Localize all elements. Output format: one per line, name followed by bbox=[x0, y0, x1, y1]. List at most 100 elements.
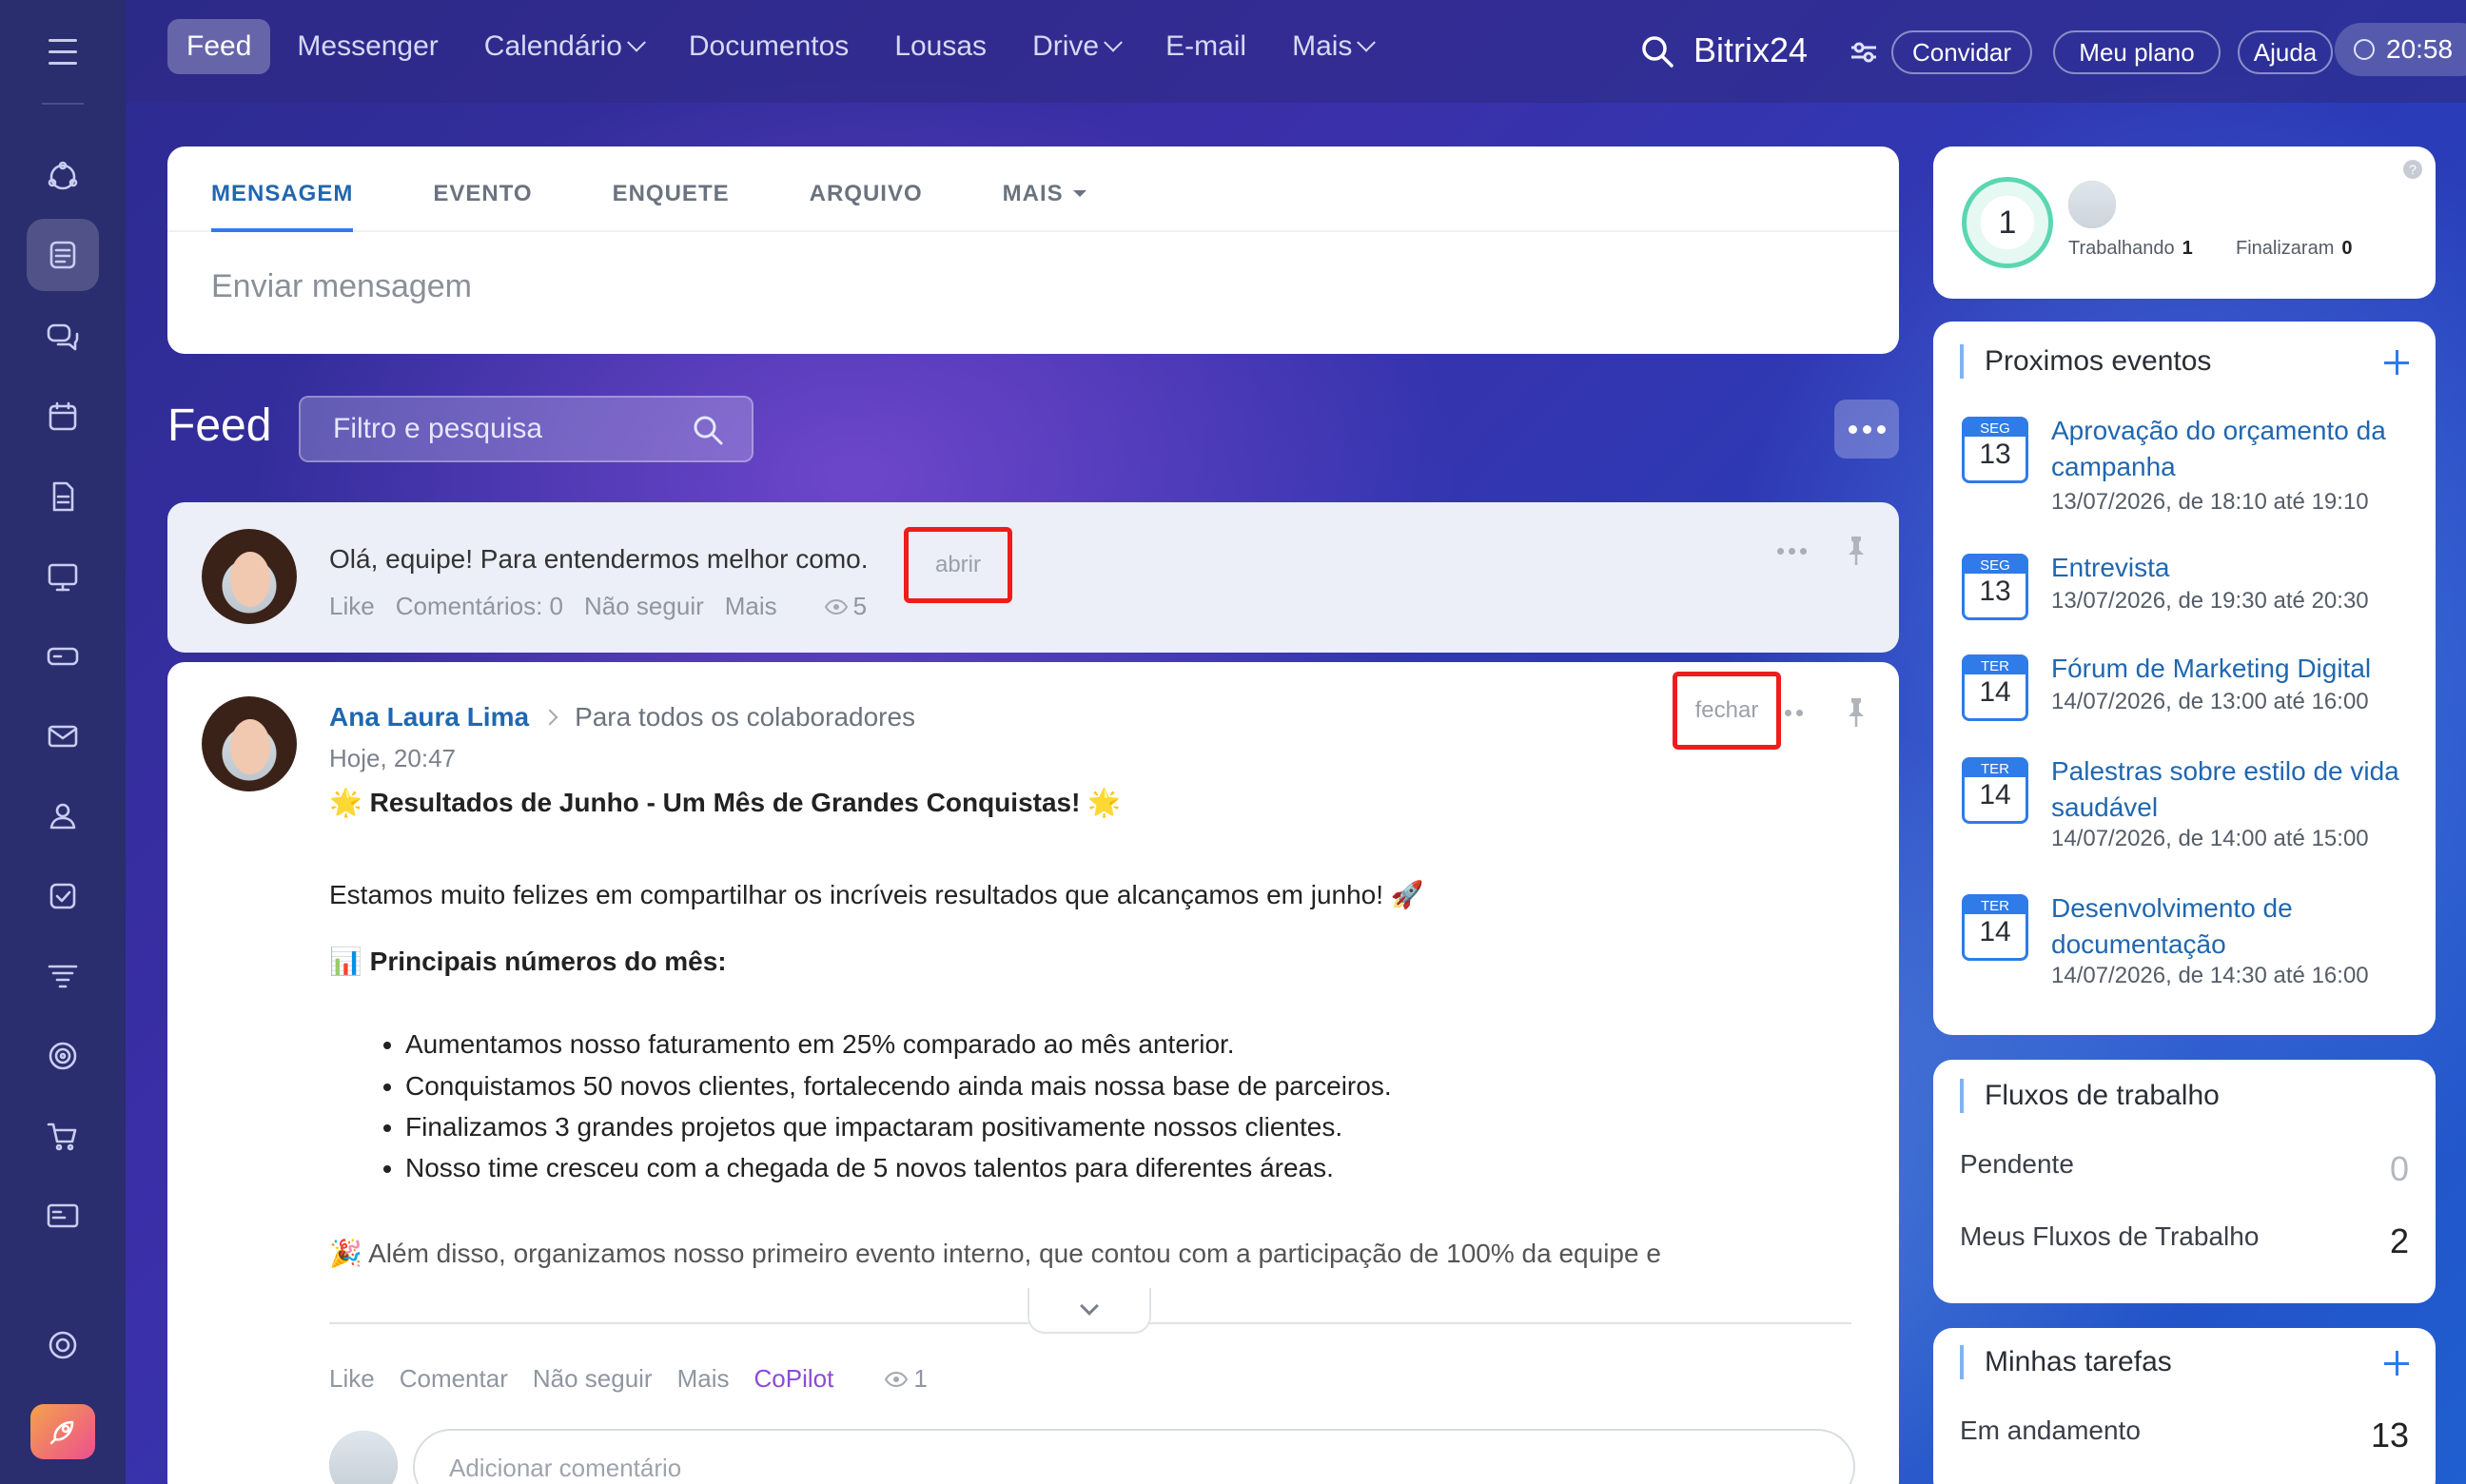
unfollow-link[interactable]: Não seguir bbox=[584, 592, 704, 621]
my-plan-button[interactable]: Meu plano bbox=[2053, 30, 2221, 74]
drive-icon[interactable] bbox=[27, 620, 99, 693]
more-link[interactable]: Mais bbox=[677, 1364, 730, 1394]
post-actions: Like Comentar Não seguir Mais CoPilot 1 bbox=[329, 1364, 928, 1394]
avatar[interactable] bbox=[2068, 181, 2116, 228]
widget-title: Minhas tarefas bbox=[1960, 1345, 2172, 1379]
tasks-icon[interactable] bbox=[27, 860, 99, 932]
event-item[interactable]: TER 14 Fórum de Marketing Digital 14/07/2… bbox=[1962, 651, 2418, 727]
nav-boards[interactable]: Lousas bbox=[875, 19, 1006, 74]
event-item[interactable]: SEG 13 Aprovação do orçamento da campanha… bbox=[1962, 413, 2418, 517]
row-label: Em andamento bbox=[1960, 1416, 2141, 1445]
comment-link[interactable]: Comentar bbox=[400, 1364, 508, 1394]
tab-message[interactable]: MENSAGEM bbox=[211, 146, 354, 232]
nav-documents[interactable]: Documentos bbox=[670, 19, 868, 74]
event-item[interactable]: SEG 13 Entrevista 13/07/2026, de 19:30 at… bbox=[1962, 550, 2418, 626]
finished-text: Finalizaram bbox=[2236, 238, 2335, 259]
workflows-widget: Fluxos de trabalho Pendente 0 Meus Fluxo… bbox=[1933, 1060, 2436, 1303]
event-title[interactable]: Palestras sobre estilo de vida saudável bbox=[2051, 753, 2413, 826]
post-timestamp[interactable]: Hoje, 20:47 bbox=[329, 744, 456, 773]
search-icon[interactable] bbox=[691, 413, 725, 447]
feed-icon[interactable] bbox=[27, 219, 99, 291]
settings-icon[interactable] bbox=[27, 1309, 99, 1381]
views-counter: 1 bbox=[885, 1364, 928, 1394]
event-title[interactable]: Desenvolvimento de documentação bbox=[2051, 890, 2413, 963]
card-icon[interactable] bbox=[27, 1180, 99, 1252]
comment-input[interactable]: Adicionar comentário bbox=[413, 1429, 1855, 1484]
calendar-date-icon: SEG 13 bbox=[1962, 554, 2028, 620]
like-link[interactable]: Like bbox=[329, 1364, 375, 1394]
invite-button[interactable]: Convidar bbox=[1891, 30, 2032, 74]
working-count: 1 bbox=[2182, 238, 2193, 259]
working-count-ring[interactable]: 1 bbox=[1962, 177, 2053, 268]
pin-icon[interactable] bbox=[1844, 696, 1869, 729]
post-menu-icon[interactable] bbox=[1785, 710, 1803, 716]
menu-icon[interactable] bbox=[34, 29, 91, 74]
expand-post-button[interactable] bbox=[1028, 1288, 1151, 1334]
tab-file[interactable]: ARQUIVO bbox=[810, 146, 923, 232]
nav-drive[interactable]: Drive bbox=[1013, 19, 1139, 74]
post-menu-icon[interactable] bbox=[1777, 548, 1807, 555]
mail-icon[interactable] bbox=[27, 700, 99, 772]
nav-more[interactable]: Mais bbox=[1273, 19, 1392, 74]
copilot-link[interactable]: CoPilot bbox=[754, 1364, 834, 1394]
tab-label: ENQUETE bbox=[612, 181, 730, 206]
nav-messenger[interactable]: Messenger bbox=[278, 19, 457, 74]
nav-calendar[interactable]: Calendário bbox=[465, 19, 662, 74]
chevron-down-icon bbox=[1104, 32, 1123, 52]
calendar-date-icon: TER 14 bbox=[1962, 654, 2028, 721]
nav-feed[interactable]: Feed bbox=[167, 19, 271, 74]
message-input[interactable]: Enviar mensagem bbox=[167, 232, 1899, 305]
pin-icon[interactable] bbox=[1844, 535, 1869, 567]
post-destination[interactable]: Para todos os colaboradores bbox=[575, 702, 915, 732]
calendar-icon[interactable] bbox=[27, 381, 99, 453]
author-name[interactable]: Ana Laura Lima bbox=[329, 702, 529, 732]
event-title[interactable]: Fórum de Marketing Digital bbox=[2051, 651, 2413, 687]
target-icon[interactable] bbox=[27, 1020, 99, 1092]
rocket-icon[interactable] bbox=[30, 1404, 95, 1459]
funnel-icon[interactable] bbox=[27, 940, 99, 1012]
unfollow-link[interactable]: Não seguir bbox=[533, 1364, 653, 1394]
document-icon[interactable] bbox=[27, 460, 99, 533]
event-item[interactable]: TER 14 Desenvolvimento de documentação 14… bbox=[1962, 890, 2418, 1005]
search-icon[interactable] bbox=[1638, 32, 1676, 70]
calendar-date-icon: SEG 13 bbox=[1962, 417, 2028, 483]
tab-event[interactable]: EVENTO bbox=[433, 146, 532, 232]
event-title[interactable]: Entrevista bbox=[2051, 550, 2413, 586]
more-link[interactable]: Mais bbox=[725, 592, 777, 621]
activity-icon[interactable] bbox=[27, 141, 99, 213]
open-button[interactable]: abrir bbox=[904, 527, 1012, 603]
event-day: 14 bbox=[1979, 676, 2011, 708]
close-button[interactable]: fechar bbox=[1673, 672, 1781, 750]
tab-more[interactable]: MAIS bbox=[1003, 146, 1086, 232]
page-title: Feed bbox=[167, 400, 272, 451]
like-link[interactable]: Like bbox=[329, 592, 375, 621]
comments-link[interactable]: Comentários: 0 bbox=[396, 592, 563, 621]
settings-sliders-icon[interactable] bbox=[1848, 36, 1880, 68]
time-clock[interactable]: 20:58 bbox=[2335, 23, 2466, 76]
event-item[interactable]: TER 14 Palestras sobre estilo de vida sau… bbox=[1962, 753, 2418, 868]
cart-icon[interactable] bbox=[27, 1100, 99, 1172]
add-event-icon[interactable] bbox=[2384, 350, 2409, 375]
board-icon[interactable] bbox=[27, 540, 99, 613]
event-weekday: TER bbox=[1965, 897, 2026, 914]
workflow-row-mine[interactable]: Meus Fluxos de Trabalho 2 bbox=[1960, 1221, 2409, 1261]
post-paragraph: 🎉 Além disso, organizamos nosso primeiro… bbox=[329, 1238, 1661, 1268]
event-title[interactable]: Aprovação do orçamento da campanha bbox=[2051, 413, 2413, 485]
nav-email[interactable]: E-mail bbox=[1146, 19, 1265, 74]
help-icon[interactable]: ? bbox=[2403, 160, 2422, 179]
event-weekday: TER bbox=[1965, 657, 2026, 674]
chat-icon[interactable] bbox=[27, 301, 99, 373]
views-counter: 5 bbox=[824, 592, 867, 621]
avatar[interactable] bbox=[202, 696, 297, 791]
workflow-row-pending[interactable]: Pendente 0 bbox=[1960, 1149, 2409, 1189]
feed-more-button[interactable] bbox=[1834, 400, 1899, 459]
contacts-icon[interactable] bbox=[27, 780, 99, 852]
add-task-icon[interactable] bbox=[2384, 1351, 2409, 1376]
help-button[interactable]: Ajuda bbox=[2238, 30, 2333, 74]
chevron-down-icon bbox=[1080, 1297, 1099, 1316]
avatar[interactable] bbox=[202, 529, 297, 624]
tab-poll[interactable]: ENQUETE bbox=[613, 146, 730, 232]
task-row-in-progress[interactable]: Em andamento 13 bbox=[1960, 1416, 2409, 1455]
avatar bbox=[329, 1431, 398, 1484]
filter-search-input[interactable]: Filtro e pesquisa bbox=[299, 396, 754, 462]
